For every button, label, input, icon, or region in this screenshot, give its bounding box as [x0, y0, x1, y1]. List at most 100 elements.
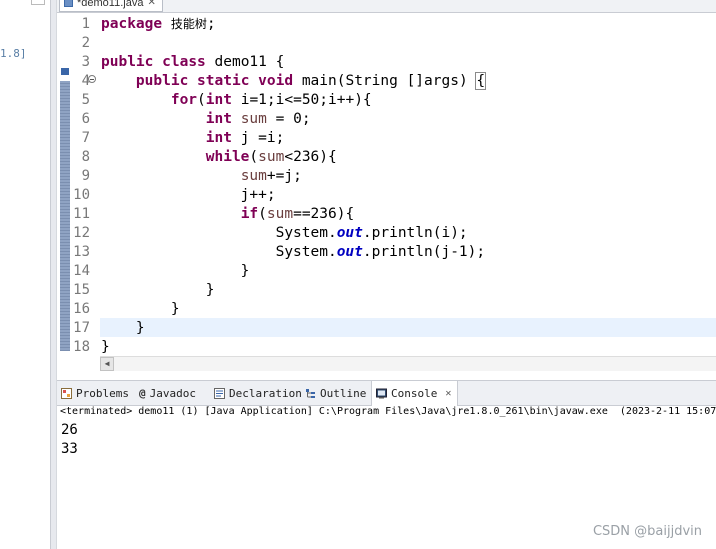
- code-token: int: [205, 111, 232, 127]
- explorer-fragment-text: 1.8]: [0, 47, 27, 60]
- package-explorer-pane: 1.8]: [0, 0, 50, 549]
- line-number: 7: [81, 130, 90, 146]
- line-number: 16: [73, 301, 90, 317]
- code-line[interactable]: System.out.println(j-1);: [101, 243, 486, 262]
- tab-console-label: Console: [391, 387, 438, 400]
- code-line[interactable]: j++;: [101, 186, 276, 205]
- code-token: demo11 {: [205, 54, 285, 70]
- code-token: main(String []args): [293, 73, 477, 89]
- pane-splitter[interactable]: [50, 0, 57, 549]
- code-token: out: [336, 225, 363, 241]
- code-token: }: [101, 301, 180, 317]
- code-line[interactable]: for(int i=1;i<=50;i++){: [101, 91, 372, 110]
- code-token: j =i;: [231, 130, 285, 146]
- line-number: 2: [81, 35, 90, 51]
- code-line[interactable]: while(sum<236){: [101, 148, 337, 167]
- watermark: CSDN @baijjdvin: [592, 524, 702, 539]
- tab-javadoc-label: Javadoc: [149, 386, 196, 400]
- code-line[interactable]: System.out.println(i);: [101, 224, 468, 243]
- code-line[interactable]: }: [101, 338, 110, 357]
- code-token: {: [475, 72, 487, 90]
- java-file-icon: [64, 0, 73, 7]
- code-line[interactable]: package 技能树;: [101, 15, 216, 34]
- code-token: ;: [206, 16, 216, 32]
- code-token: void: [258, 73, 294, 89]
- code-line[interactable]: }: [101, 281, 215, 300]
- close-icon[interactable]: ✕: [445, 388, 451, 399]
- tab-declaration[interactable]: Declaration: [214, 381, 302, 405]
- code-token: sum: [240, 111, 267, 127]
- line-number: 11: [73, 206, 90, 222]
- code-token: .println(i);: [362, 225, 468, 241]
- code-token: System.: [101, 244, 337, 260]
- scroll-left-icon[interactable]: ◀: [100, 357, 114, 371]
- editor-tab-demo11[interactable]: *demo11.java ✕: [59, 0, 163, 12]
- code-token: int: [205, 130, 232, 146]
- code-token: }: [101, 320, 145, 336]
- tab-problems-label: Problems: [76, 386, 129, 400]
- tab-problems[interactable]: Problems: [61, 381, 129, 405]
- code-line[interactable]: sum+=j;: [101, 167, 302, 186]
- code-token: j++;: [101, 187, 276, 203]
- console-output-line: 33: [61, 441, 78, 457]
- current-line-highlight: [100, 318, 716, 337]
- code-token: out: [336, 244, 363, 260]
- horizontal-scrollbar[interactable]: ◀: [100, 356, 716, 371]
- code-token: (: [197, 92, 206, 108]
- code-token: static: [197, 73, 250, 89]
- code-line[interactable]: }: [101, 262, 250, 281]
- tab-console[interactable]: Console ✕: [371, 381, 459, 406]
- code-token: 技能树: [170, 17, 207, 31]
- line-number: 10: [73, 187, 90, 203]
- tab-javadoc[interactable]: @ Javadoc: [139, 381, 196, 405]
- tab-outline-label: Outline: [320, 386, 367, 400]
- code-token: package: [101, 16, 163, 32]
- code-line[interactable]: if(sum==236){: [101, 205, 355, 224]
- tab-outline[interactable]: Outline: [305, 381, 366, 405]
- line-number: 17: [73, 320, 90, 336]
- code-token: .println(j-1);: [362, 244, 486, 260]
- code-token: int: [205, 92, 232, 108]
- problems-icon: [61, 387, 72, 399]
- line-number: 1: [81, 16, 90, 32]
- code-token: while: [205, 149, 250, 165]
- overview-ruler: [58, 13, 72, 357]
- change-ruler-band: [60, 81, 70, 351]
- line-number: 9: [81, 168, 90, 184]
- code-line[interactable]: public static void main(String []args) {: [101, 72, 487, 91]
- code-token: if: [240, 206, 259, 222]
- outline-icon: [306, 388, 315, 398]
- close-icon[interactable]: ✕: [147, 0, 155, 8]
- console-status-line: <terminated> demo11 (1) [Java Applicatio…: [60, 406, 716, 417]
- code-token: = 0;: [266, 111, 311, 127]
- line-number: 12: [73, 225, 90, 241]
- code-token: i=1;i<=50;i++){: [231, 92, 372, 108]
- console-icon: [376, 388, 387, 399]
- tab-declaration-label: Declaration: [229, 386, 302, 400]
- code-line[interactable]: int sum = 0;: [101, 110, 311, 129]
- line-number: 5: [81, 92, 90, 108]
- code-token: ==236){: [293, 206, 355, 222]
- code-token: for: [170, 92, 198, 108]
- pane-control-icon[interactable]: [31, 0, 45, 5]
- line-number: 15: [73, 282, 90, 298]
- code-line[interactable]: }: [101, 319, 145, 338]
- code-line[interactable]: }: [101, 300, 180, 319]
- breakpoint-marker[interactable]: [61, 68, 69, 75]
- line-number: 14: [73, 263, 90, 279]
- code-line[interactable]: public class demo11 {: [101, 53, 284, 72]
- code-token: (: [258, 206, 267, 222]
- editor-tab-label: *demo11.java: [77, 0, 144, 9]
- code-token: }: [101, 282, 215, 298]
- code-token: public: [101, 54, 154, 70]
- code-line[interactable]: int j =i;: [101, 129, 285, 148]
